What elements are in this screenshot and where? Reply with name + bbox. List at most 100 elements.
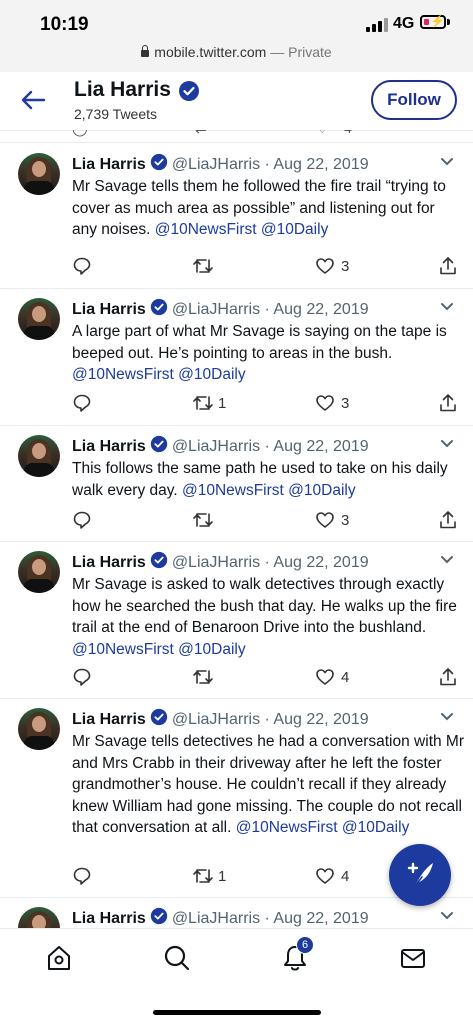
- tweet-author-name[interactable]: Lia Harris: [72, 711, 146, 728]
- like-icon: [316, 258, 334, 274]
- reply-icon: [73, 511, 91, 529]
- network-type: 4G: [393, 15, 415, 32]
- tweet-actions: 3: [72, 256, 462, 278]
- chevron-down-icon[interactable]: [440, 555, 454, 565]
- like-count: 3: [341, 395, 350, 412]
- avatar[interactable]: [18, 708, 60, 750]
- share-icon: [440, 257, 456, 275]
- share-icon: [440, 394, 456, 412]
- tweet-author-name[interactable]: Lia Harris: [72, 301, 146, 318]
- tweet-2[interactable]: Lia Harris @LiaJHarris · Aug 22, 2019 A l…: [0, 288, 473, 426]
- like-icon[interactable]: ♡: [316, 130, 329, 137]
- tweet-body: A large part of what Mr Savage is saying…: [72, 323, 447, 362]
- chevron-down-icon[interactable]: [440, 439, 454, 449]
- tweet-author-name[interactable]: Lia Harris: [72, 156, 146, 173]
- verified-icon: [179, 81, 199, 101]
- compose-tweet-button[interactable]: [389, 844, 451, 906]
- chevron-down-icon[interactable]: [440, 302, 454, 312]
- verified-icon: [150, 153, 167, 171]
- search-icon[interactable]: [162, 943, 192, 973]
- back-arrow-icon[interactable]: [20, 90, 46, 110]
- chevron-down-icon[interactable]: [440, 157, 454, 167]
- reply-icon[interactable]: ◯: [72, 130, 88, 137]
- tweet-actions: 3: [72, 510, 462, 532]
- verified-icon: [150, 435, 167, 453]
- retweet-count: 1: [218, 395, 227, 412]
- reply-icon: [73, 257, 91, 275]
- tweet-handle[interactable]: @LiaJHarris: [172, 554, 260, 571]
- reply-icon: [73, 394, 91, 412]
- tweet-body: Mr Savage is asked to walk detectives th…: [72, 576, 457, 636]
- avatar[interactable]: [18, 907, 60, 928]
- tweet-date[interactable]: Aug 22, 2019: [273, 438, 368, 455]
- profile-name: Lia Harris: [74, 78, 171, 101]
- previous-tweet-actions: ◯ ⇄ ♡ 4: [0, 130, 473, 143]
- clock: 10:19: [40, 14, 89, 35]
- tweet-date[interactable]: Aug 22, 2019: [273, 910, 368, 927]
- tweet-date[interactable]: Aug 22, 2019: [273, 156, 368, 173]
- home-indicator: [153, 1010, 321, 1015]
- tweet-author-name[interactable]: Lia Harris: [72, 438, 146, 455]
- tweet-mentions[interactable]: @10NewsFirst @10Daily: [182, 482, 356, 499]
- tweet-date[interactable]: Aug 22, 2019: [273, 554, 368, 571]
- tweet-text: Mr Savage is asked to walk detectives th…: [72, 574, 464, 660]
- like-icon: [316, 512, 334, 528]
- tweet-handle[interactable]: @LiaJHarris: [172, 910, 260, 927]
- tweet-mentions[interactable]: @10NewsFirst @10Daily: [72, 641, 246, 658]
- like-count: 3: [341, 512, 350, 529]
- tweet-handle[interactable]: @LiaJHarris: [172, 156, 260, 173]
- private-label: — Private: [266, 44, 332, 60]
- reply-icon: [73, 668, 91, 686]
- tweet-date[interactable]: Aug 22, 2019: [273, 711, 368, 728]
- signal-icon: [366, 18, 388, 32]
- like-icon: [316, 395, 334, 411]
- tweet-actions: 1 3: [72, 393, 462, 415]
- tweet-3[interactable]: Lia Harris @LiaJHarris · Aug 22, 2019 Thi…: [0, 425, 473, 542]
- retweet-icon: [193, 670, 213, 684]
- avatar[interactable]: [18, 551, 60, 593]
- tweet-date[interactable]: Aug 22, 2019: [273, 301, 368, 318]
- tweet-handle[interactable]: @LiaJHarris: [172, 711, 260, 728]
- retweet-icon: [193, 259, 213, 273]
- tweet-handle[interactable]: @LiaJHarris: [172, 301, 260, 318]
- tweet-text: This follows the same path he used to ta…: [72, 458, 464, 501]
- like-count: 3: [341, 258, 350, 275]
- status-bar: 10:19 4G ⚡ mobile.twitter.com — Private: [0, 0, 473, 72]
- tweet-mentions[interactable]: @10NewsFirst @10Daily: [155, 221, 329, 238]
- mail-icon[interactable]: [398, 943, 428, 973]
- home-icon[interactable]: [44, 943, 74, 973]
- tweet-text: Mr Savage tells them he followed the fir…: [72, 176, 464, 241]
- like-count: 4: [344, 130, 352, 136]
- retweet-icon: [193, 396, 213, 410]
- tweet-mentions[interactable]: @10NewsFirst @10Daily: [236, 819, 410, 836]
- chevron-down-icon[interactable]: [440, 911, 454, 921]
- lock-icon: [141, 45, 150, 57]
- tweet-text: Mr Savage tells detectives he had a conv…: [72, 731, 464, 839]
- like-icon: [316, 868, 334, 884]
- tweet-author-name[interactable]: Lia Harris: [72, 910, 146, 927]
- tweet-4[interactable]: Lia Harris @LiaJHarris · Aug 22, 2019 Mr …: [0, 541, 473, 699]
- retweet-icon: [193, 869, 213, 883]
- like-icon: [316, 669, 334, 685]
- retweet-count: 1: [218, 868, 227, 885]
- verified-icon: [150, 708, 167, 726]
- avatar[interactable]: [18, 435, 60, 477]
- notification-badge: 6: [296, 936, 314, 954]
- avatar[interactable]: [18, 298, 60, 340]
- tweet-handle[interactable]: @LiaJHarris: [172, 438, 260, 455]
- battery-icon: ⚡: [420, 14, 446, 29]
- retweet-icon: [193, 513, 213, 527]
- share-icon: [440, 511, 456, 529]
- follow-button[interactable]: Follow: [371, 80, 457, 120]
- chevron-down-icon[interactable]: [440, 712, 454, 722]
- url-bar[interactable]: mobile.twitter.com — Private: [0, 44, 473, 60]
- avatar[interactable]: [18, 153, 60, 195]
- verified-icon: [150, 298, 167, 316]
- tweet-mentions[interactable]: @10NewsFirst @10Daily: [72, 366, 246, 383]
- verified-icon: [150, 551, 167, 569]
- url-text: mobile.twitter.com: [154, 44, 267, 60]
- tweet-1[interactable]: Lia Harris @LiaJHarris · Aug 22, 2019 Mr …: [0, 143, 473, 289]
- profile-header: Lia Harris 2,739 Tweets Follow: [0, 72, 473, 131]
- retweet-icon[interactable]: ⇄: [195, 130, 207, 137]
- tweet-author-name[interactable]: Lia Harris: [72, 554, 146, 571]
